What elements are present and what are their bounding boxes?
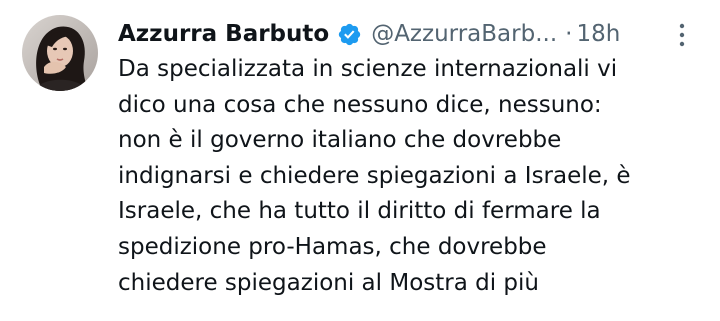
tweet-text-line: Da specializzata in scienze internaziona… [118,56,618,82]
verified-badge-icon[interactable] [337,22,362,47]
avatar[interactable] [22,15,98,91]
tweet-text-line: chiedere spiegazioni al Mostra di più [118,269,539,296]
tweet-card[interactable]: Azzurra Barbuto @AzzurraBarb... · 18h Da… [0,0,720,321]
tweet-text-line: spedizione pro-Hamas, che dovrebbe [118,233,547,260]
more-options-icon[interactable] [671,20,693,50]
tweet-text-line: dico una cosa che nessuno dice, nessuno: [118,91,602,118]
tweet-header: Azzurra Barbuto @AzzurraBarb... · 18h [118,14,620,54]
tweet-text-line: Israele, che ha tutto il diritto di ferm… [118,198,601,225]
tweet-timestamp[interactable]: 18h [576,21,620,47]
author-handle[interactable]: @AzzurraBarb... [371,21,557,47]
tweet-text: Da specializzata in scienze internaziona… [118,52,714,301]
tweet-text-line: non è il governo italiano che dovrebbe [118,127,562,154]
tweet-text-line: indignarsi e chiedere spiegazioni a Isra… [118,162,631,189]
author-name[interactable]: Azzurra Barbuto [118,21,329,47]
separator-dot: · [565,21,573,47]
